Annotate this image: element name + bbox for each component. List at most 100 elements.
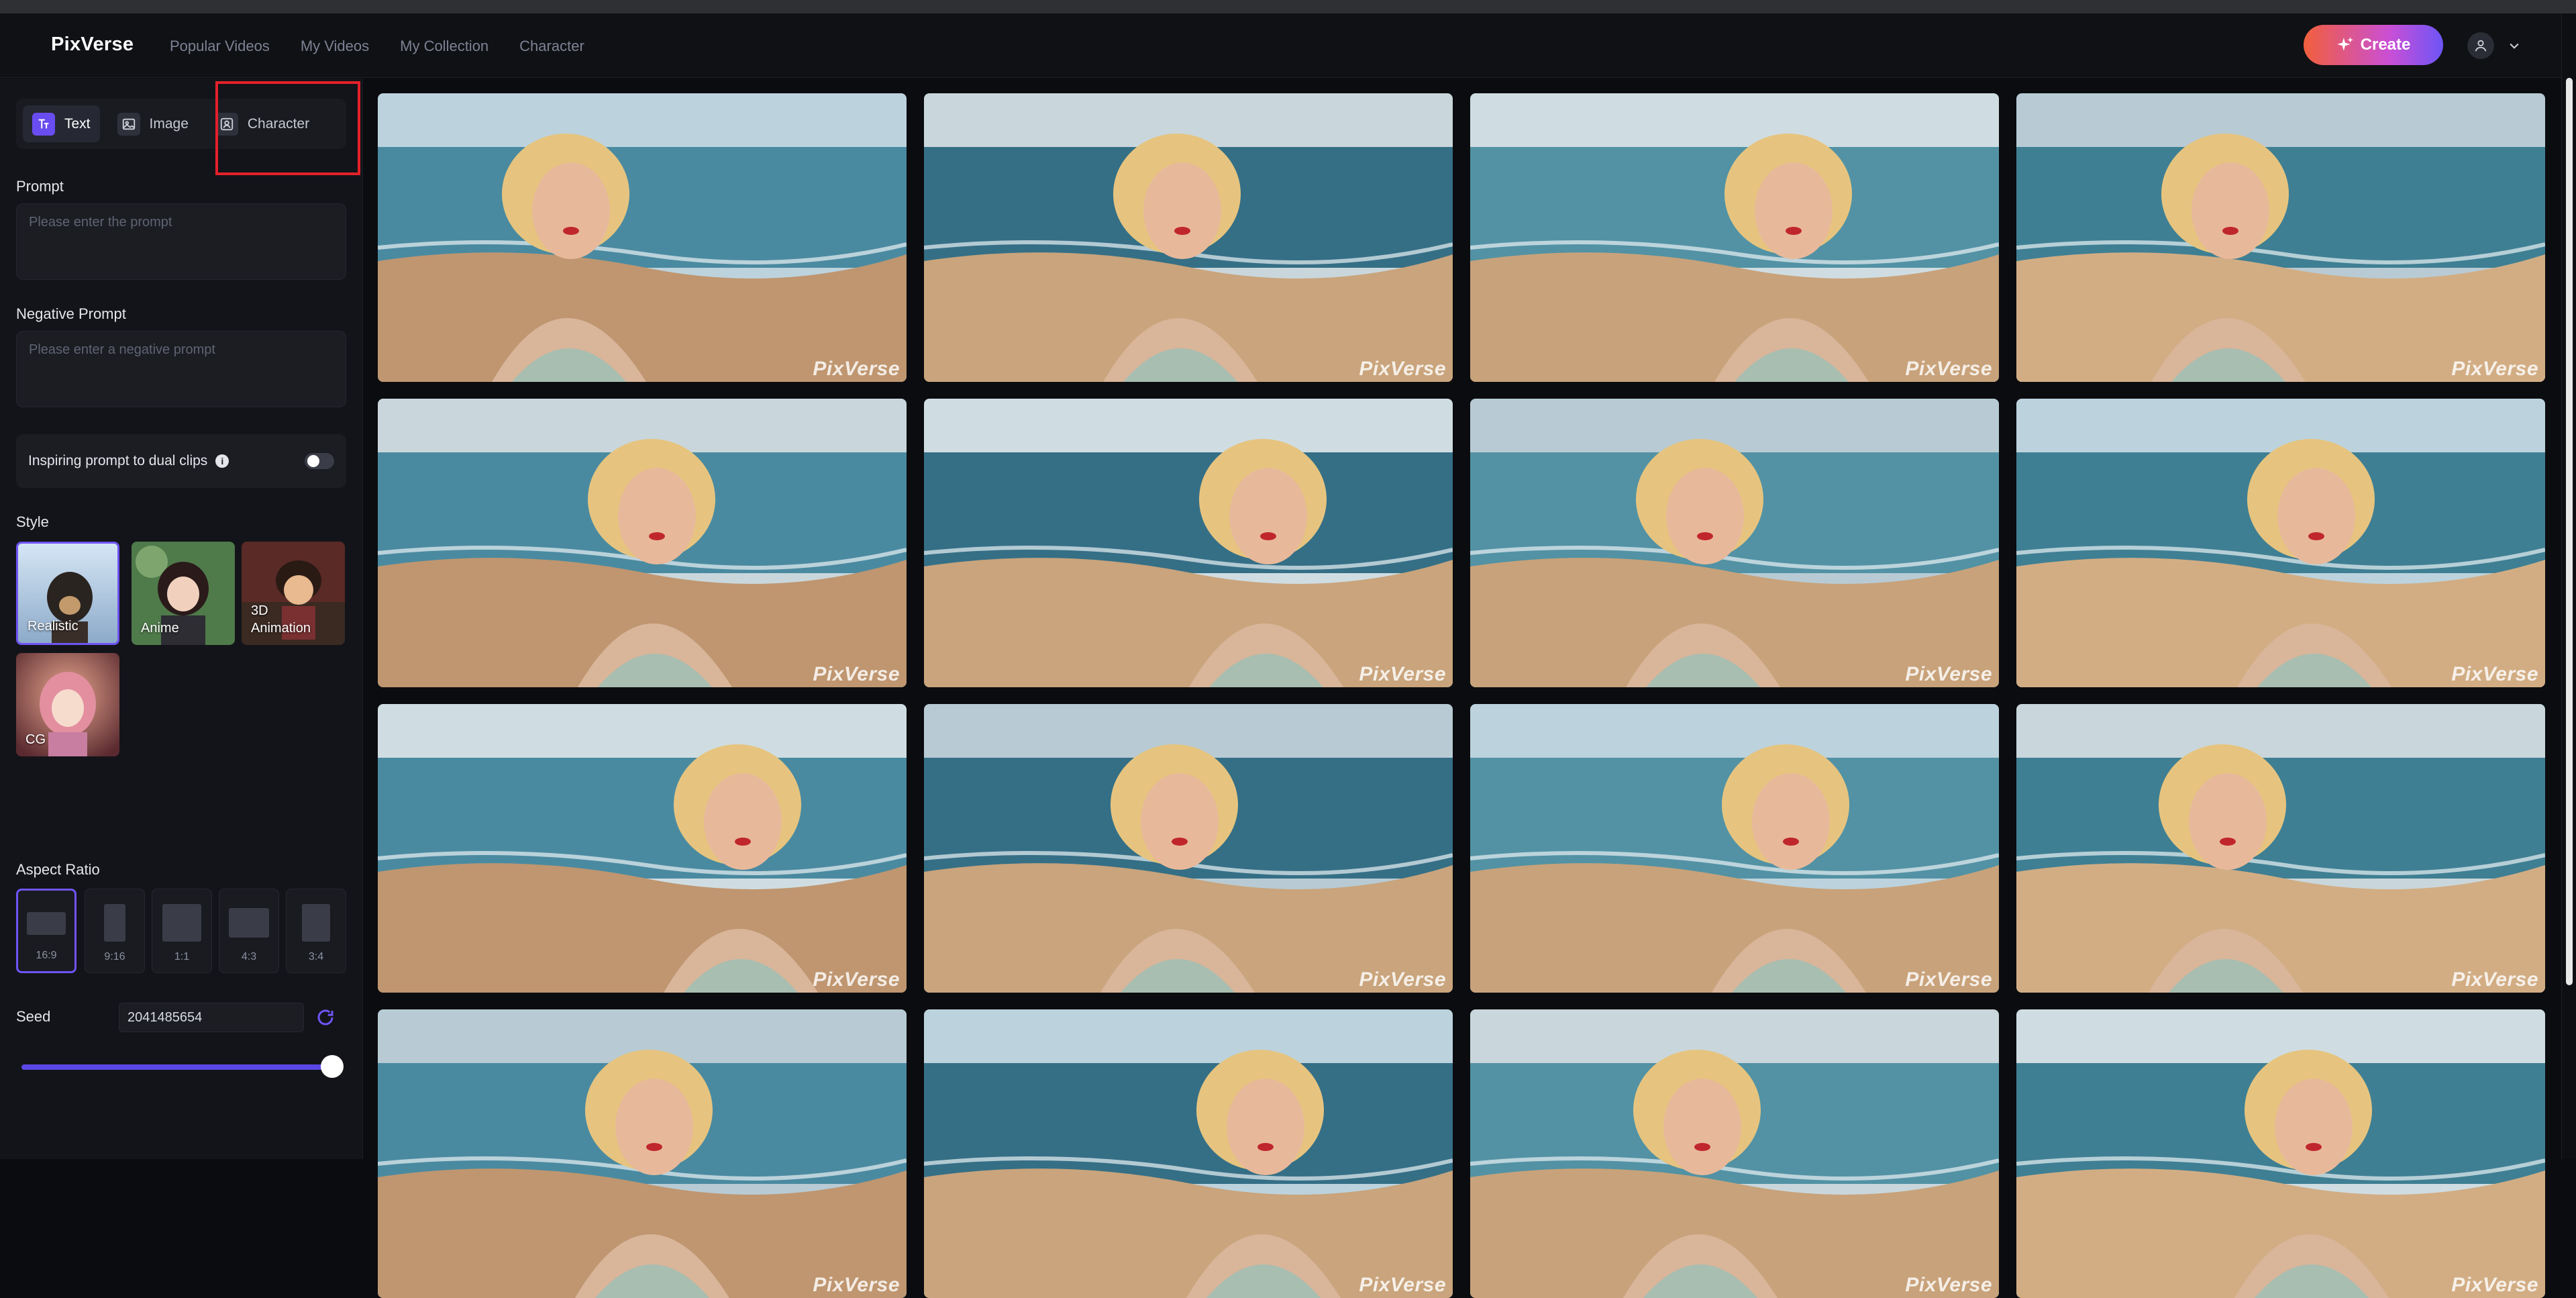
thumbnail-scene — [378, 399, 907, 687]
ratio-4-3-label: 4:3 — [241, 951, 257, 962]
nav-my-collection[interactable]: My Collection — [400, 38, 488, 55]
refresh-icon[interactable] — [315, 1007, 336, 1028]
prompt-input[interactable] — [16, 203, 346, 280]
video-thumbnail[interactable]: PixVerse — [2016, 93, 2545, 382]
pixverse-watermark: PixVerse — [813, 663, 900, 685]
video-thumbnail[interactable]: PixVerse — [1470, 704, 1999, 993]
seed-input[interactable] — [119, 1003, 304, 1032]
user-menu[interactable] — [2467, 32, 2521, 60]
seed-slider[interactable] — [21, 1055, 344, 1078]
style-anime[interactable]: Anime — [132, 542, 235, 645]
ratio-3-4[interactable]: 3:4 — [286, 889, 346, 973]
thumbnail-scene — [1470, 1009, 1999, 1298]
thumbnail-scene — [2016, 93, 2545, 382]
dual-clips-label: Inspiring prompt to dual clips — [28, 453, 208, 468]
user-icon — [2475, 40, 2487, 52]
page-scrollbar[interactable] — [2561, 13, 2576, 1159]
ratio-16-9[interactable]: 16:9 — [16, 889, 76, 973]
slider-fill — [21, 1064, 332, 1070]
video-thumbnail[interactable]: PixVerse — [924, 399, 1453, 687]
ratio-16-9-label: 16:9 — [36, 950, 57, 961]
generation-sidebar: Text Image Character Prompt Negative Pro… — [0, 79, 363, 1159]
negative-prompt-label: Negative Prompt — [16, 305, 126, 322]
character-icon — [215, 112, 238, 136]
chevron-down-icon[interactable] — [2508, 39, 2521, 52]
ratio-1-1[interactable]: 1:1 — [152, 889, 212, 973]
ratio-4-3[interactable]: 4:3 — [219, 889, 279, 973]
nav-my-videos[interactable]: My Videos — [301, 38, 369, 55]
thumbnail-scene — [378, 704, 907, 993]
pixverse-watermark: PixVerse — [813, 1274, 900, 1296]
thumbnail-scene — [924, 399, 1453, 687]
tab-image[interactable]: Image — [108, 105, 198, 142]
ratio-9-16-label: 9:16 — [104, 951, 125, 962]
dual-clips-toggle[interactable] — [305, 453, 334, 469]
video-thumbnail[interactable]: PixVerse — [378, 93, 907, 382]
thumbnail-scene — [378, 93, 907, 382]
thumbnail-scene — [378, 1009, 907, 1298]
video-thumbnail[interactable]: PixVerse — [378, 704, 907, 993]
ratio-shape — [229, 908, 269, 938]
aspect-ratio-label: Aspect Ratio — [16, 861, 100, 878]
ratio-shape — [302, 904, 330, 942]
thumbnail-scene — [1470, 704, 1999, 993]
tab-text[interactable]: Text — [23, 105, 100, 142]
thumbnail-scene — [1470, 399, 1999, 687]
video-thumbnail[interactable]: PixVerse — [1470, 1009, 1999, 1298]
nav-popular-videos[interactable]: Popular Videos — [170, 38, 270, 55]
style-realistic-label: Realistic — [28, 619, 79, 634]
video-thumbnail[interactable]: PixVerse — [924, 1009, 1453, 1298]
nav-character[interactable]: Character — [519, 38, 584, 55]
tab-text-label: Text — [64, 115, 91, 132]
ratio-9-16[interactable]: 9:16 — [85, 889, 145, 973]
thumbnail-scene — [924, 704, 1453, 993]
video-thumbnail[interactable]: PixVerse — [924, 93, 1453, 382]
scrollbar-thumb[interactable] — [2566, 78, 2573, 985]
style-realistic[interactable]: Realistic — [16, 542, 119, 645]
video-thumbnail[interactable]: PixVerse — [1470, 399, 1999, 687]
info-icon[interactable]: i — [215, 454, 229, 468]
tab-image-label: Image — [149, 115, 189, 132]
negative-prompt-input[interactable] — [16, 331, 346, 407]
video-thumbnail[interactable]: PixVerse — [2016, 1009, 2545, 1298]
dual-clips-row: Inspiring prompt to dual clips i — [16, 434, 346, 488]
pixverse-watermark: PixVerse — [1905, 358, 1992, 380]
video-thumbnail[interactable]: PixVerse — [2016, 704, 2545, 993]
style-cg-label: CG — [25, 732, 46, 747]
thumbnail-scene — [924, 93, 1453, 382]
main-nav: Popular Videos My Videos My Collection C… — [170, 38, 584, 55]
create-button-label: Create — [2360, 36, 2411, 54]
style-3d-animation[interactable]: 3D Animation — [242, 542, 345, 645]
thumbnail-scene — [2016, 399, 2545, 687]
pixverse-watermark: PixVerse — [2451, 358, 2538, 380]
video-thumbnail[interactable]: PixVerse — [378, 1009, 907, 1298]
pixverse-logo[interactable]: PixVerse — [51, 34, 134, 56]
slider-thumb[interactable] — [320, 1055, 344, 1078]
video-thumbnail[interactable]: PixVerse — [378, 399, 907, 687]
style-cg[interactable]: CG — [16, 653, 119, 756]
image-icon — [117, 112, 140, 136]
mode-tabs: Text Image Character — [16, 99, 346, 149]
video-thumbnail[interactable]: PixVerse — [2016, 399, 2545, 687]
ratio-3-4-label: 3:4 — [308, 951, 324, 962]
pixverse-watermark: PixVerse — [2451, 1274, 2538, 1296]
seed-label: Seed — [16, 1008, 51, 1025]
toggle-knob — [307, 455, 319, 467]
thumbnail-scene — [2016, 704, 2545, 993]
tab-character[interactable]: Character — [206, 105, 319, 142]
text-icon — [32, 112, 55, 136]
pixverse-watermark: PixVerse — [2451, 968, 2538, 991]
browser-top-strip — [0, 0, 2576, 13]
create-button[interactable]: Create — [2304, 25, 2443, 65]
pixverse-watermark: PixVerse — [1359, 1274, 1446, 1296]
pixverse-watermark: PixVerse — [813, 358, 900, 380]
pixverse-watermark: PixVerse — [813, 968, 900, 991]
ratio-shape — [27, 912, 66, 935]
avatar[interactable] — [2467, 32, 2494, 59]
pixverse-watermark: PixVerse — [1359, 358, 1446, 380]
style-3d-animation-label: 3D Animation — [251, 603, 311, 636]
ratio-shape — [162, 904, 201, 942]
top-header: PixVerse Popular Videos My Videos My Col… — [0, 13, 2561, 78]
video-thumbnail[interactable]: PixVerse — [1470, 93, 1999, 382]
video-thumbnail[interactable]: PixVerse — [924, 704, 1453, 993]
